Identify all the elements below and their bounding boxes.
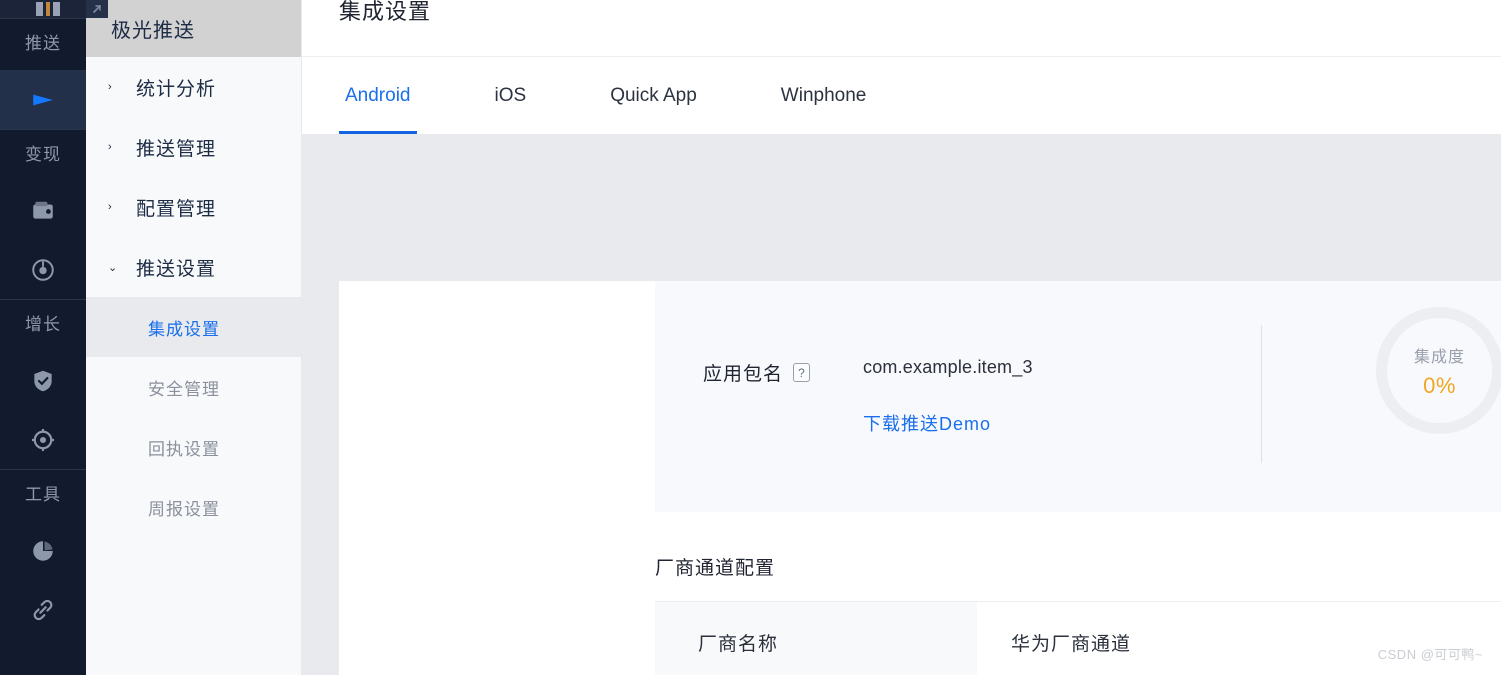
sidebar-group-statistics[interactable]: › 统计分析 xyxy=(86,57,301,117)
package-name-label-group: 应用包名 ? xyxy=(703,357,863,386)
wallet-icon xyxy=(33,201,53,219)
sidebar-item-label: 集成设置 xyxy=(148,319,220,339)
tab-label: Quick App xyxy=(610,84,697,106)
rail-item-pie-chart[interactable] xyxy=(0,521,86,580)
platform-tabbar: Android iOS Quick App Winphone xyxy=(302,56,1501,135)
crosshair-icon xyxy=(31,428,55,451)
rail-section-label-monetize: 变现 xyxy=(25,145,61,164)
chevron-collapse-icon xyxy=(93,5,101,13)
content-scroll-area: 应用包名 ? com.example.item_3 下载推送Demo 集成度 0… xyxy=(302,134,1501,675)
sidebar-group-label: 统计分析 xyxy=(136,78,217,100)
rail-item-link-chain[interactable] xyxy=(0,580,86,639)
tab-label: iOS xyxy=(494,84,527,106)
main-area: 集成设置 Android iOS Quick App Winphone 应用包名… xyxy=(302,0,1501,675)
sidebar-title: 极光推送 xyxy=(111,20,195,42)
tab-ios[interactable]: iOS xyxy=(489,57,533,135)
shield-check-icon xyxy=(34,370,52,391)
vendor-name-header: 厂商名称 xyxy=(655,602,977,675)
rail-section-label-tools: 工具 xyxy=(25,485,61,504)
download-demo-link[interactable]: 下载推送Demo xyxy=(863,410,1033,436)
chevron-down-icon: ⌄ xyxy=(108,261,118,274)
sidebar-header: 极光推送 xyxy=(86,0,301,57)
link-chain-icon xyxy=(33,599,53,620)
sidebar-item-label: 安全管理 xyxy=(148,379,220,399)
chevron-right-icon: › xyxy=(108,201,112,213)
vendor-section-title: 厂商通道配置 xyxy=(655,558,776,579)
package-name-label: 应用包名 xyxy=(703,364,784,385)
tab-android[interactable]: Android xyxy=(339,57,417,135)
primary-icon-rail: 推送 变现 增长 工具 xyxy=(0,0,86,675)
sidebar-group-label: 配置管理 xyxy=(136,198,217,220)
app-root: 推送 变现 增长 工具 极光推送 › 统计分析 › 推送管理 › 配置管理 ⌄ … xyxy=(0,0,1501,675)
sidebar-group-label: 推送设置 xyxy=(136,258,217,280)
rail-item-crosshair[interactable] xyxy=(0,410,86,469)
app-info-left: 应用包名 ? com.example.item_3 下载推送Demo xyxy=(655,357,1033,436)
integration-progress-gauge: 集成度 0% xyxy=(1376,307,1501,434)
gauge-text-group: 集成度 0% xyxy=(1376,307,1501,434)
send-plane-icon xyxy=(33,94,53,105)
rail-section-label-growth: 增长 xyxy=(25,315,61,334)
info-panel-divider xyxy=(1261,325,1262,463)
rail-item-wallet[interactable] xyxy=(0,181,86,240)
page-header: 集成设置 xyxy=(302,0,1501,56)
vendor-name-value: 华为厂商通道 xyxy=(977,602,1501,675)
rail-item-shield[interactable] xyxy=(0,351,86,410)
gauge-caption: 集成度 xyxy=(1413,348,1465,366)
help-question-icon[interactable]: ? xyxy=(793,363,811,382)
target-circle-icon xyxy=(32,258,54,281)
sidebar-group-label: 推送管理 xyxy=(136,138,217,160)
sidebar-item-integration-settings[interactable]: 集成设置 xyxy=(86,297,301,357)
page-title: 集成设置 xyxy=(339,0,432,24)
chevron-right-icon: › xyxy=(108,141,112,153)
watermark: CSDN @可可鸭~ xyxy=(1377,647,1483,662)
rail-item-target-circle[interactable] xyxy=(0,240,86,299)
tab-label: Android xyxy=(345,84,411,106)
app-info-panel: 应用包名 ? com.example.item_3 下载推送Demo 集成度 0… xyxy=(655,281,1501,512)
sidebar-item-label: 周报设置 xyxy=(148,499,220,519)
sidebar-item-weekly-report-settings[interactable]: 周报设置 xyxy=(86,477,301,537)
sidebar-group-push-settings[interactable]: ⌄ 推送设置 xyxy=(86,237,301,297)
rail-section-label-push: 推送 xyxy=(25,34,61,53)
sidebar-group-config-management[interactable]: › 配置管理 xyxy=(86,177,301,237)
tab-label: Winphone xyxy=(780,84,867,106)
module-sidebar: 极光推送 › 统计分析 › 推送管理 › 配置管理 ⌄ 推送设置 集成设置 安全… xyxy=(86,0,302,675)
sidebar-group-push-management[interactable]: › 推送管理 xyxy=(86,117,301,177)
vendor-channel-table: 厂商名称 华为厂商通道 xyxy=(655,601,1501,675)
content-card: 应用包名 ? com.example.item_3 下载推送Demo 集成度 0… xyxy=(339,281,1501,675)
rail-logo-area[interactable] xyxy=(0,0,86,18)
app-info-values: com.example.item_3 下载推送Demo xyxy=(863,357,1033,436)
sidebar-collapse-button[interactable] xyxy=(86,0,108,18)
rail-item-push[interactable] xyxy=(0,70,86,129)
sidebar-item-security-management[interactable]: 安全管理 xyxy=(86,357,301,417)
pie-chart-icon xyxy=(33,540,53,561)
tab-winphone[interactable]: Winphone xyxy=(775,57,873,135)
sidebar-nav-list: › 统计分析 › 推送管理 › 配置管理 ⌄ 推送设置 集成设置 安全管理 回执… xyxy=(86,57,301,537)
gauge-value: 0% xyxy=(1423,372,1456,398)
sidebar-item-label: 回执设置 xyxy=(148,439,220,459)
sidebar-item-receipt-settings[interactable]: 回执设置 xyxy=(86,417,301,477)
package-name-value: com.example.item_3 xyxy=(863,357,1033,377)
chevron-right-icon: › xyxy=(108,81,112,93)
jiguang-logo-icon xyxy=(36,2,60,16)
tab-quick-app[interactable]: Quick App xyxy=(604,57,703,135)
